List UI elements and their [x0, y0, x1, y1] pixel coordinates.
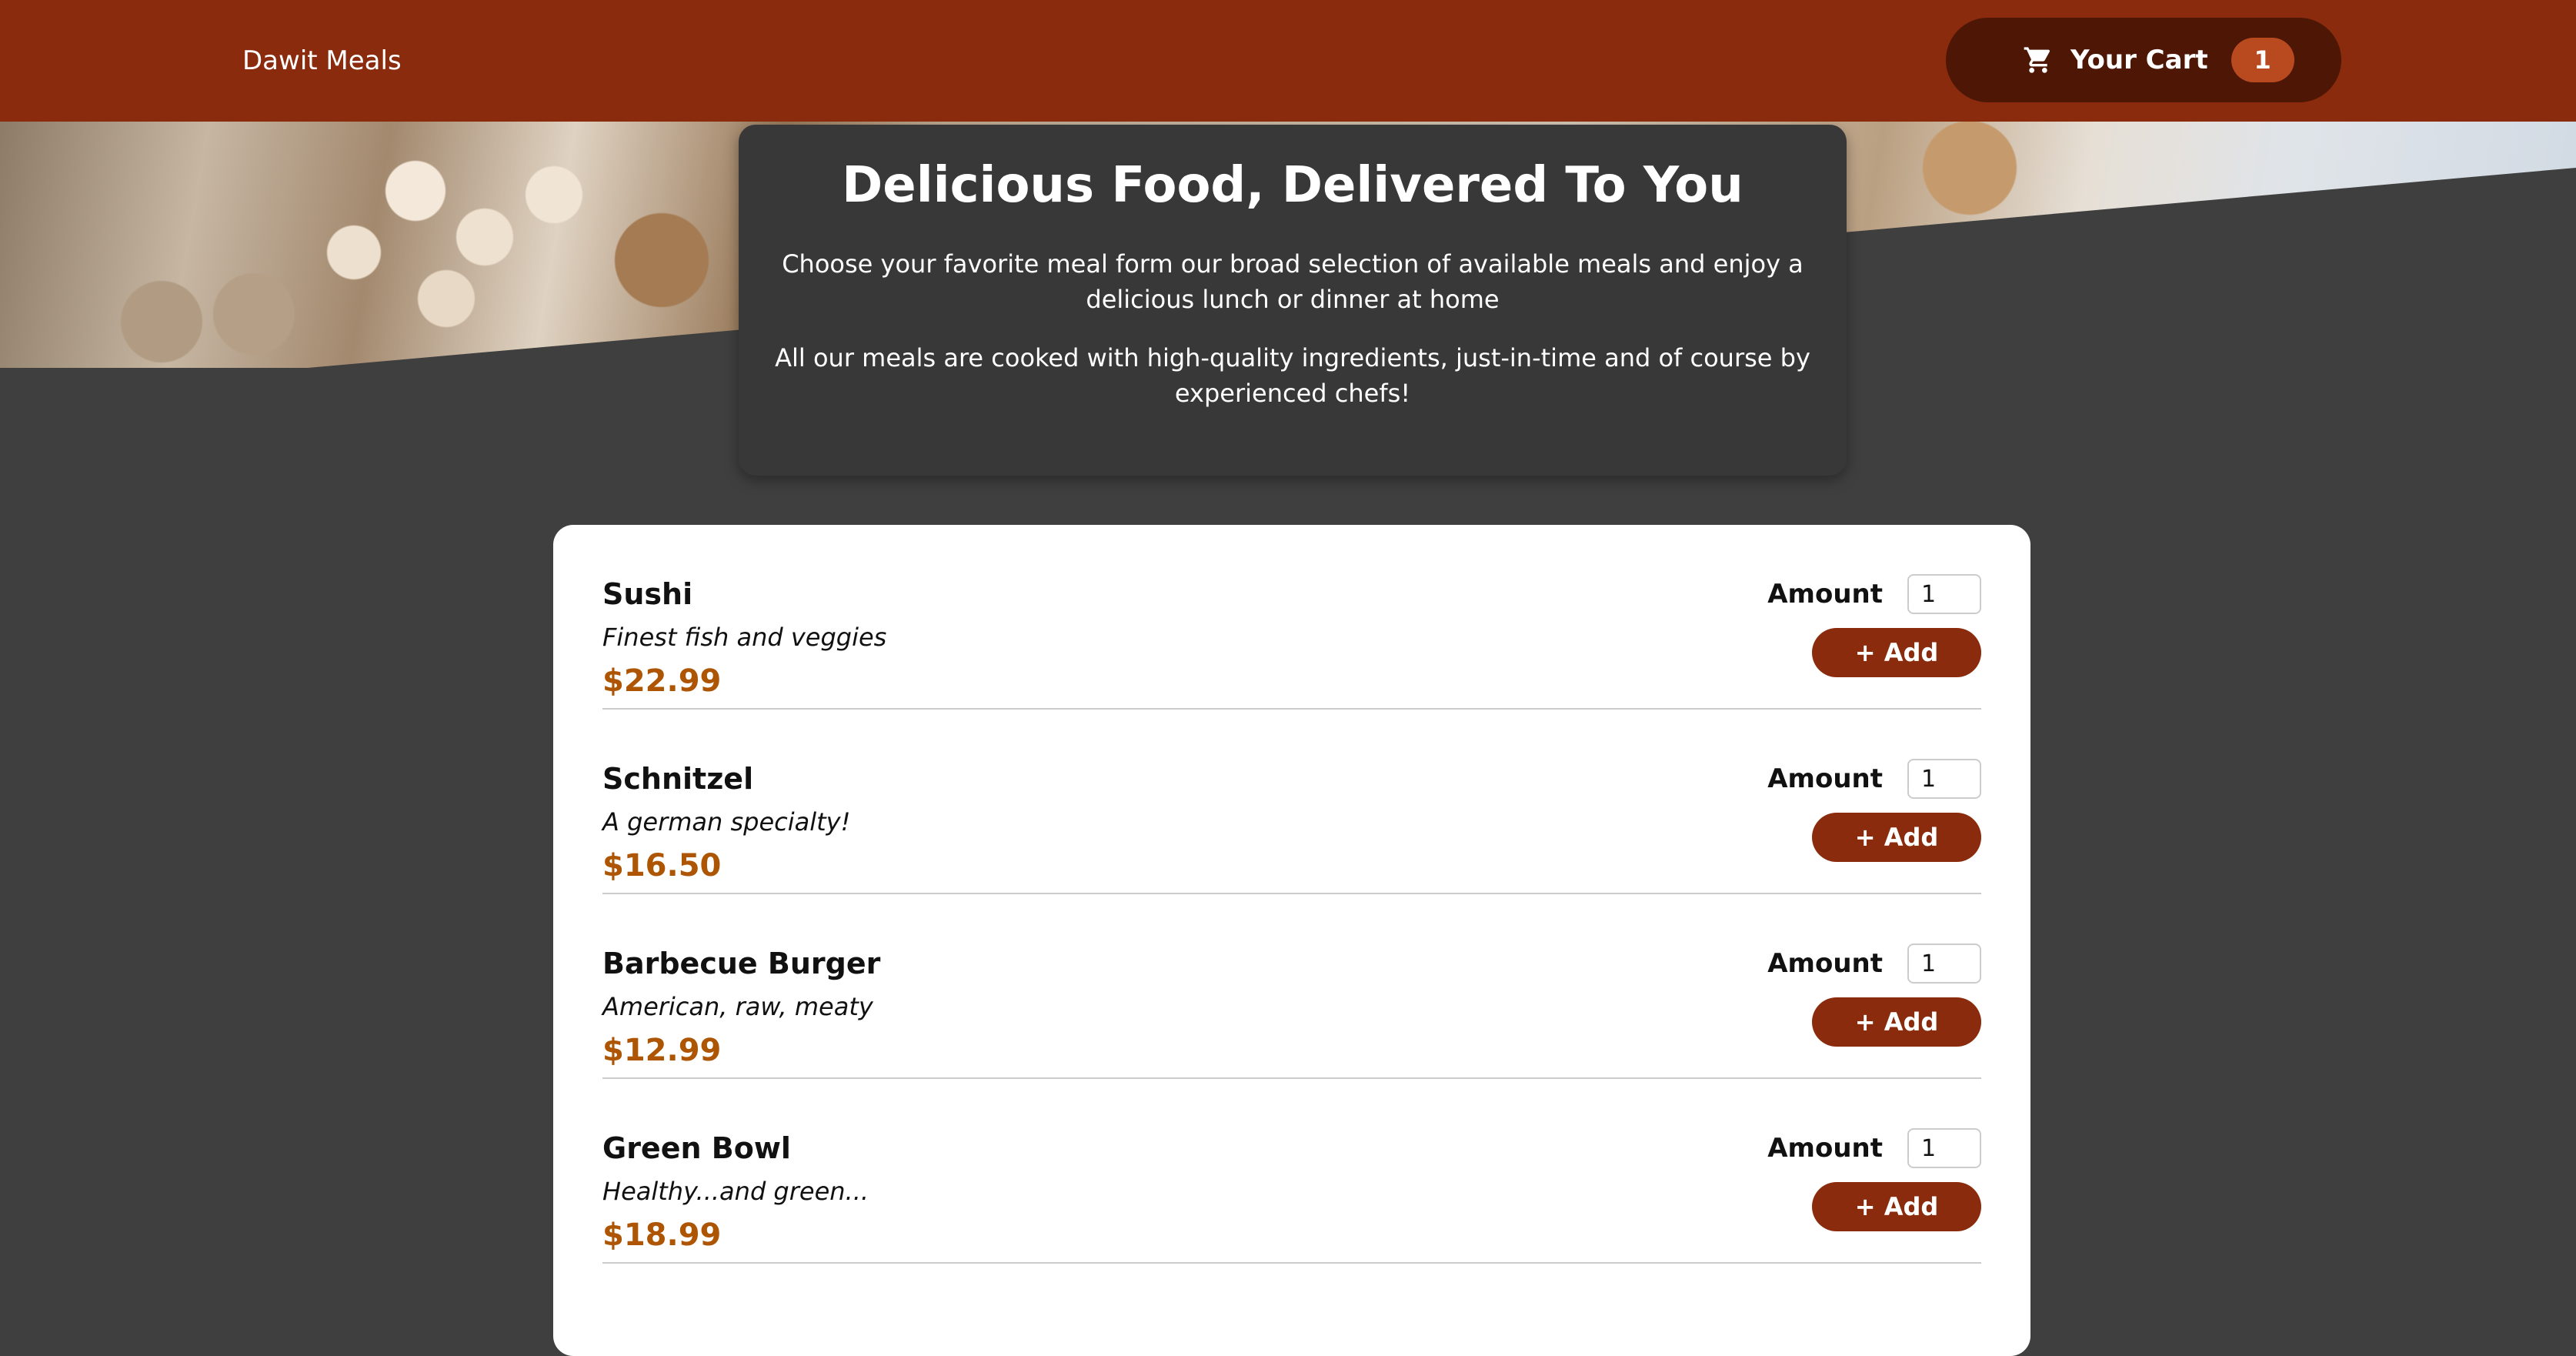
amount-input[interactable] — [1907, 1128, 1981, 1168]
amount-label: Amount — [1767, 1133, 1883, 1164]
meal-price: $12.99 — [602, 1033, 722, 1068]
meals-summary: Delicious Food, Delivered To You Choose … — [739, 125, 1847, 476]
add-button[interactable]: + Add — [1812, 628, 1981, 677]
summary-paragraph-1: Choose your favorite meal form our broad… — [782, 249, 1804, 314]
meal-description: Finest fish and veggies — [602, 623, 887, 652]
add-button[interactable]: + Add — [1812, 997, 1981, 1047]
amount-label: Amount — [1767, 579, 1883, 610]
amount-label: Amount — [1767, 948, 1883, 979]
meal-description: Healthy...and green... — [602, 1177, 869, 1206]
meal-price: $18.99 — [602, 1217, 722, 1253]
meal-item-green-bowl: Green Bowl Healthy...and green... $18.99… — [602, 1079, 1981, 1264]
meal-item-sushi: Sushi Finest fish and veggies $22.99 Amo… — [602, 525, 1981, 710]
brand-title: Dawit Meals — [242, 45, 402, 76]
meal-item-schnitzel: Schnitzel A german specialty! $16.50 Amo… — [602, 710, 1981, 894]
summary-paragraph-2: All our meals are cooked with high-quali… — [775, 343, 1810, 408]
amount-input[interactable] — [1907, 574, 1981, 614]
meal-price: $22.99 — [602, 663, 722, 699]
summary-title: Delicious Food, Delivered To You — [842, 157, 1743, 214]
meal-description: A german specialty! — [602, 807, 851, 837]
meal-price: $16.50 — [602, 848, 722, 883]
cart-button[interactable]: Your Cart 1 — [1946, 18, 2341, 102]
amount-input[interactable] — [1907, 759, 1981, 799]
cart-label: Your Cart — [2070, 45, 2208, 75]
top-bar: Dawit Meals Your Cart 1 — [0, 0, 2576, 122]
add-button[interactable]: + Add — [1812, 813, 1981, 862]
cart-count-badge: 1 — [2231, 38, 2294, 82]
add-button[interactable]: + Add — [1812, 1182, 1981, 1231]
meal-description: American, raw, meaty — [602, 992, 873, 1021]
meal-name: Barbecue Burger — [602, 947, 881, 980]
meal-name: Sushi — [602, 577, 693, 611]
available-meals-list: Sushi Finest fish and veggies $22.99 Amo… — [553, 525, 2030, 1356]
amount-input[interactable] — [1907, 944, 1981, 984]
amount-label: Amount — [1767, 763, 1883, 794]
meal-item-barbecue-burger: Barbecue Burger American, raw, meaty $12… — [602, 894, 1981, 1079]
meal-name: Schnitzel — [602, 762, 754, 796]
cart-icon — [2024, 47, 2050, 73]
meal-name: Green Bowl — [602, 1131, 791, 1165]
